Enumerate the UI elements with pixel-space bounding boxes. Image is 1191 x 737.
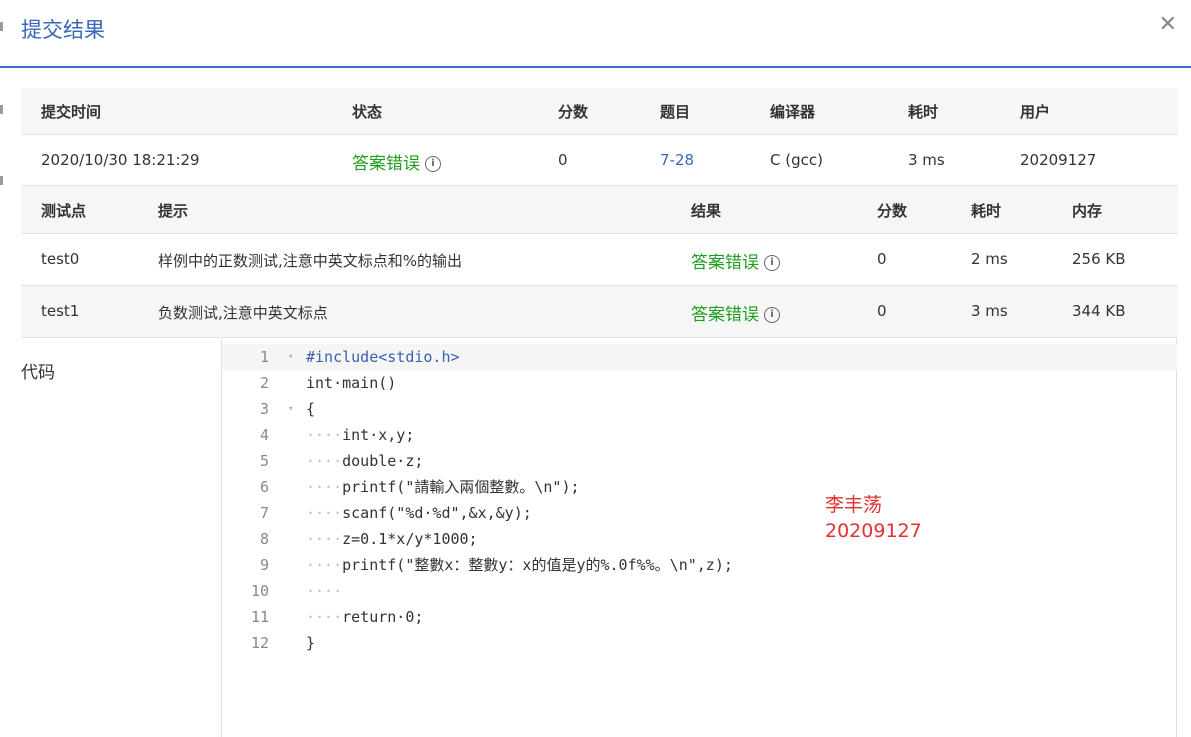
code-line: 5 ····double·z; — [222, 448, 1177, 474]
col-hint: 提示 — [158, 202, 189, 220]
table-row: test1 负数测试,注意中英文标点 答案错误 i 0 3 ms 344 KB — [21, 286, 1178, 338]
test-result[interactable]: 答案错误 i — [691, 248, 780, 273]
status-text: 答案错误 — [352, 154, 420, 174]
code-line: 10 ···· — [222, 578, 1177, 604]
code-line: 7 ····scanf("%d·%d",&x,&y); — [222, 500, 1177, 526]
test-memory: 256 KB — [1072, 250, 1126, 268]
code-line: 8 ····z=0.1*x/y*1000; — [222, 526, 1177, 552]
line-number: 5 — [259, 452, 269, 470]
code-editor[interactable]: 1 ▾ #include<stdio.h> 2 int·main() 3 ▾ {… — [221, 339, 1177, 737]
submit-time: 2020/10/30 18:21:29 — [41, 151, 200, 169]
col-test-elapsed: 耗时 — [971, 202, 1002, 220]
user-value: 20209127 — [1020, 151, 1097, 169]
author-id: 20209127 — [825, 520, 922, 542]
test-elapsed: 2 ms — [971, 250, 1008, 268]
code-text: ····scanf("%d·%d",&x,&y); — [306, 504, 532, 522]
code-text: int·main() — [306, 374, 397, 392]
col-status: 状态 — [352, 103, 383, 121]
test-point: test0 — [41, 250, 80, 268]
col-elapsed: 耗时 — [908, 103, 939, 121]
code-text: ····return·0; — [306, 608, 424, 626]
test-result-text: 答案错误 — [691, 305, 759, 325]
col-score: 分数 — [558, 103, 589, 121]
test-score: 0 — [877, 250, 887, 268]
info-icon[interactable]: i — [425, 156, 441, 172]
test-hint: 负数测试,注意中英文标点 — [158, 304, 328, 322]
info-icon[interactable]: i — [764, 255, 780, 271]
code-line: 12 } — [222, 630, 1177, 656]
code-text: ····z=0.1*x/y*1000; — [306, 530, 478, 548]
line-number: 8 — [259, 530, 269, 548]
code-text: { — [306, 400, 316, 418]
table-row: test0 样例中的正数测试,注意中英文标点和%的输出 答案错误 i 0 2 ms… — [21, 234, 1178, 286]
code-line: 4 ····int·x,y; — [222, 422, 1177, 448]
dialog-title: 提交结果 — [21, 18, 105, 42]
line-number: 11 — [250, 608, 269, 626]
code-text: ····double·z; — [306, 452, 424, 470]
line-number: 6 — [259, 478, 269, 496]
code-text: ····int·x,y; — [306, 426, 415, 444]
col-memory: 内存 — [1072, 202, 1103, 220]
line-number: 3 — [259, 400, 269, 418]
line-number: 9 — [259, 556, 269, 574]
col-result: 结果 — [691, 202, 722, 220]
dialog-header: 提交结果 ✕ — [0, 0, 1191, 68]
test-score: 0 — [877, 302, 887, 320]
code-text: ···· — [306, 582, 343, 600]
line-number: 2 — [259, 374, 269, 392]
code-text: } — [306, 634, 316, 652]
test-result[interactable]: 答案错误 i — [691, 300, 780, 325]
col-test-score: 分数 — [877, 202, 908, 220]
col-problem: 题目 — [660, 103, 691, 121]
code-line: 3 ▾ { — [222, 396, 1177, 422]
line-number: 4 — [259, 426, 269, 444]
fold-icon[interactable]: ▾ — [288, 396, 293, 422]
submission-row: 2020/10/30 18:21:29 答案错误 i 0 7-28 C (gcc)… — [21, 135, 1178, 186]
problem-link[interactable]: 7-28 — [660, 151, 694, 169]
test-hint: 样例中的正数测试,注意中英文标点和%的输出 — [158, 252, 463, 270]
code-text: #include<stdio.h> — [306, 348, 460, 366]
compiler-value: C (gcc) — [770, 151, 823, 169]
code-line: 2 int·main() — [222, 370, 1177, 396]
status-badge[interactable]: 答案错误 i — [352, 149, 441, 174]
author-name: 李丰荡 — [825, 494, 883, 516]
elapsed-value: 3 ms — [908, 151, 945, 169]
test-header-row: 测试点 提示 结果 分数 耗时 内存 — [21, 186, 1178, 234]
window-left-edge — [0, 0, 3, 737]
line-number: 1 — [259, 348, 269, 366]
test-memory: 344 KB — [1072, 302, 1126, 320]
test-elapsed: 3 ms — [971, 302, 1008, 320]
info-icon[interactable]: i — [764, 307, 780, 323]
col-submit-time: 提交时间 — [41, 103, 102, 121]
test-result-text: 答案错误 — [691, 253, 759, 273]
test-point: test1 — [41, 302, 80, 320]
line-number: 10 — [250, 582, 269, 600]
code-line: 11 ····return·0; — [222, 604, 1177, 630]
code-text: ····printf("請輸入兩個整數。\n"); — [306, 478, 580, 496]
line-number: 12 — [250, 634, 269, 652]
close-icon[interactable]: ✕ — [1159, 12, 1177, 37]
code-line: 6 ····printf("請輸入兩個整數。\n"); — [222, 474, 1177, 500]
code-line: 1 ▾ #include<stdio.h> — [222, 344, 1177, 370]
code-label: 代码 — [21, 363, 55, 383]
col-compiler: 编译器 — [770, 103, 816, 121]
score-value: 0 — [558, 151, 568, 169]
submission-header-row: 提交时间 状态 分数 题目 编译器 耗时 用户 — [21, 88, 1178, 135]
code-line: 9 ····printf("整數x：整數y：x的值是y的%.0f%%。\n",z… — [222, 552, 1177, 578]
code-text: ····printf("整數x：整數y：x的值是y的%.0f%%。\n",z); — [306, 556, 733, 574]
fold-icon[interactable]: ▾ — [288, 344, 293, 370]
line-number: 7 — [259, 504, 269, 522]
author-annotation: 李丰荡 20209127 — [825, 492, 922, 544]
col-test-point: 测试点 — [41, 202, 87, 220]
col-user: 用户 — [1020, 103, 1051, 121]
